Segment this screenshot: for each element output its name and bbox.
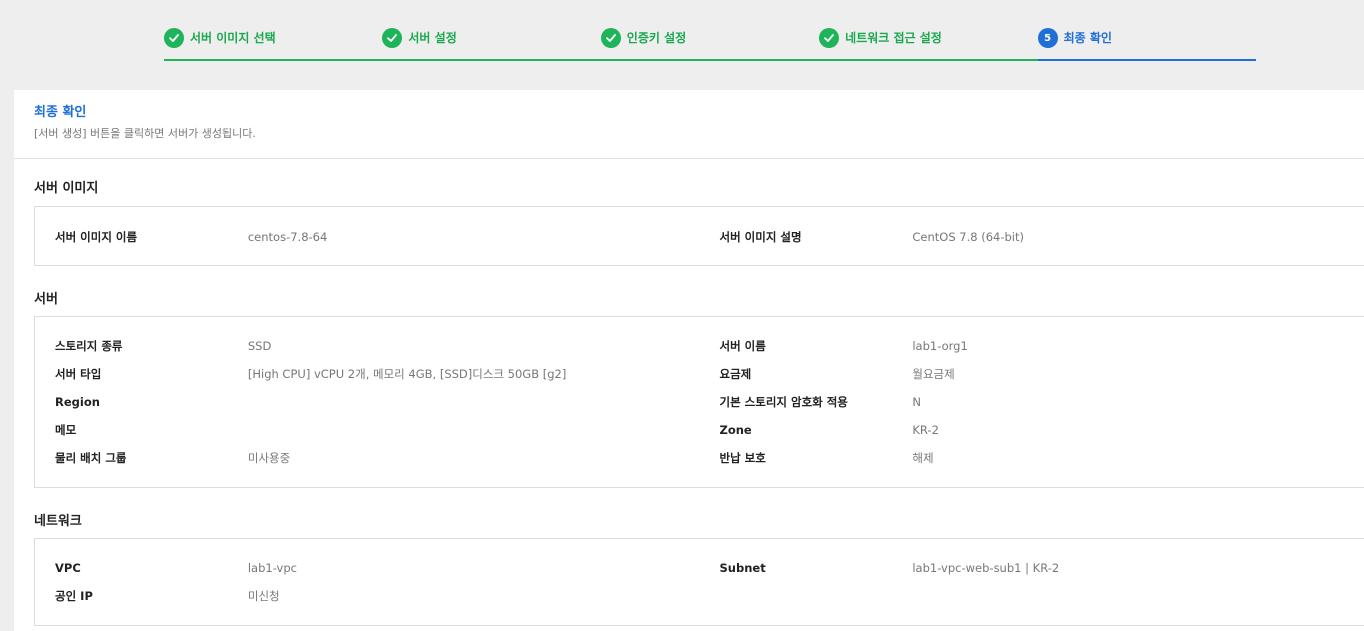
subnet-label: Subnet xyxy=(719,561,766,575)
public-ip-value: 미신청 xyxy=(247,589,280,603)
server-image-name-value: centos-7.8-64 xyxy=(247,230,328,244)
check-icon xyxy=(819,28,840,48)
termination-protection-value: 해제 xyxy=(912,451,934,465)
public-ip-label: 공인 IP xyxy=(55,589,93,603)
step-label: 네트워크 접근 설정 xyxy=(845,31,942,45)
step-network-access[interactable]: 네트워크 접근 설정 xyxy=(819,28,1038,61)
server-image-desc-label: 서버 이미지 설명 xyxy=(719,230,802,244)
panel-header: 최종 확인 [서버 생성] 버튼을 클릭하면 서버가 생성됩니다. xyxy=(14,90,1364,159)
detail-row: 메모 Zone KR-2 xyxy=(35,416,1364,444)
storage-encryption-label: 기본 스토리지 암호화 적용 xyxy=(719,395,848,409)
server-image-desc-value: CentOS 7.8 (64-bit) xyxy=(912,230,1024,244)
detail-row: 스토리지 종류 SSD 서버 이름 lab1-org1 xyxy=(35,332,1364,360)
section-title-server: 서버 xyxy=(34,292,58,307)
check-icon xyxy=(600,28,621,48)
detail-row: 물리 배치 그룹 미사용중 반납 보호 해제 xyxy=(35,444,1364,472)
termination-protection-label: 반납 보호 xyxy=(719,451,766,465)
storage-type-value: SSD xyxy=(247,339,272,353)
server-type-label: 서버 타입 xyxy=(55,367,102,381)
step-number-badge: 5 xyxy=(1037,28,1058,48)
wizard-stepper: 서버 이미지 선택 서버 설정 인증키 설정 네트워크 접근 설정 5 최종 확… xyxy=(164,28,1256,61)
region-label: Region xyxy=(55,395,100,409)
memo-label: 메모 xyxy=(55,423,77,437)
zone-value: KR-2 xyxy=(912,423,939,437)
check-icon xyxy=(164,28,184,48)
server-image-box: 서버 이미지 이름 centos-7.8-64 서버 이미지 설명 CentOS… xyxy=(34,206,1364,266)
placement-group-value: 미사용중 xyxy=(247,451,291,465)
check-icon xyxy=(382,28,403,48)
step-label: 인증키 설정 xyxy=(626,31,687,45)
server-type-value: [High CPU] vCPU 2개, 메모리 4GB, [SSD]디스크 50… xyxy=(247,367,567,381)
vpc-label: VPC xyxy=(55,561,81,575)
detail-row: Region 기본 스토리지 암호화 적용 N xyxy=(35,388,1364,416)
step-label: 서버 설정 xyxy=(408,31,457,45)
section-title-server-image: 서버 이미지 xyxy=(34,181,99,196)
step-final-review[interactable]: 5 최종 확인 xyxy=(1037,28,1256,61)
step-label: 서버 이미지 선택 xyxy=(190,31,276,45)
placement-group-label: 물리 배치 그룹 xyxy=(55,451,127,465)
server-name-label: 서버 이름 xyxy=(719,339,766,353)
step-label: 최종 확인 xyxy=(1063,31,1112,45)
step-server-settings[interactable]: 서버 설정 xyxy=(382,28,601,61)
page-title: 최종 확인 xyxy=(34,105,87,120)
step-number: 5 xyxy=(1044,32,1052,44)
zone-label: Zone xyxy=(719,423,752,437)
detail-row: VPC lab1-vpc Subnet lab1-vpc-web-sub1 | … xyxy=(35,554,1364,582)
server-box: 스토리지 종류 SSD 서버 이름 lab1-org1 서버 타입 [High … xyxy=(34,316,1364,488)
billing-plan-value: 월요금제 xyxy=(912,367,955,381)
storage-type-label: 스토리지 종류 xyxy=(55,339,123,353)
vpc-value: lab1-vpc xyxy=(247,561,297,575)
detail-row: 서버 이미지 이름 centos-7.8-64 서버 이미지 설명 CentOS… xyxy=(35,223,1364,251)
review-panel: 최종 확인 [서버 생성] 버튼을 클릭하면 서버가 생성됩니다. 서버 이미지… xyxy=(14,90,1364,631)
detail-row: 공인 IP 미신청 xyxy=(35,582,1364,610)
server-name-value: lab1-org1 xyxy=(912,339,968,353)
network-box: VPC lab1-vpc Subnet lab1-vpc-web-sub1 | … xyxy=(34,538,1364,626)
section-title-network: 네트워크 xyxy=(34,514,82,529)
subnet-value: lab1-vpc-web-sub1 | KR-2 xyxy=(912,561,1060,575)
server-image-name-label: 서버 이미지 이름 xyxy=(55,230,138,244)
storage-encryption-value: N xyxy=(912,395,921,409)
billing-plan-label: 요금제 xyxy=(719,367,752,381)
page-description: [서버 생성] 버튼을 클릭하면 서버가 생성됩니다. xyxy=(34,127,256,140)
detail-row: 서버 타입 [High CPU] vCPU 2개, 메모리 4GB, [SSD]… xyxy=(35,360,1364,388)
step-server-image[interactable]: 서버 이미지 선택 xyxy=(164,28,383,61)
step-auth-key[interactable]: 인증키 설정 xyxy=(600,28,820,61)
